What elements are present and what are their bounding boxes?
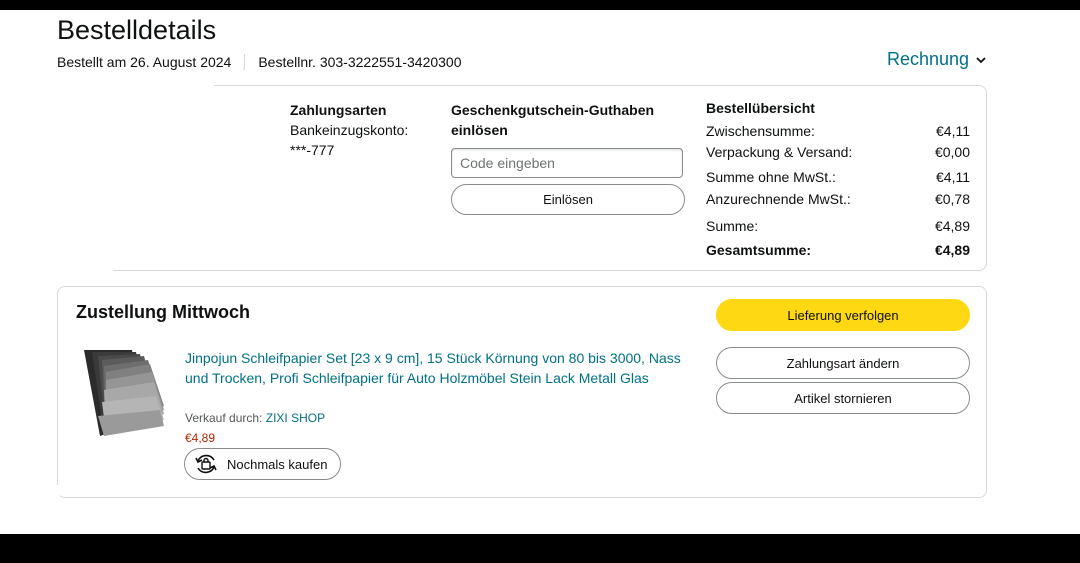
product-image[interactable]: [84, 350, 164, 436]
cancel-item-button[interactable]: Artikel stornieren: [716, 382, 970, 414]
invoice-dropdown[interactable]: Rechnung: [887, 49, 987, 70]
gift-code-input[interactable]: [451, 148, 683, 178]
card-mask: [56, 84, 113, 274]
invoice-label: Rechnung: [887, 49, 970, 69]
reorder-icon: [195, 454, 217, 474]
track-package-button[interactable]: Lieferung verfolgen: [716, 299, 970, 331]
order-number: Bestellnr. 303-3222551-3420300: [258, 54, 462, 70]
product-price: €4,89: [185, 431, 216, 445]
card-mask-top: [110, 84, 214, 88]
seller-link[interactable]: ZIXI SHOP: [266, 411, 325, 425]
seller-prefix: Verkauf durch:: [185, 411, 263, 425]
card-mask: [56, 485, 60, 501]
summary-label: Gesamtsumme:: [706, 241, 812, 258]
change-payment-button[interactable]: Zahlungsart ändern: [716, 347, 970, 379]
summary-label: Verpackung & Versand:: [706, 143, 853, 160]
gift-heading-line2: einlösen: [451, 122, 508, 138]
payment-methods: Zahlungsarten Bankeinzugskonto: ***-777: [290, 100, 408, 160]
product-title-link[interactable]: Jinpojun Schleifpapier Set [23 x 9 cm], …: [185, 348, 685, 388]
chevron-down-icon: [976, 56, 986, 63]
summary-row: Zwischensumme: €4,11: [706, 119, 970, 142]
order-meta: Bestellt am 26. August 2024 Bestellnr. 3…: [57, 54, 462, 70]
summary-row: Summe: €4,89: [706, 208, 970, 238]
buy-again-label: Nochmals kaufen: [227, 456, 328, 472]
payment-heading: Zahlungsarten: [290, 102, 387, 118]
divider: [244, 54, 246, 70]
summary-label: Zwischensumme:: [706, 122, 815, 139]
summary-value: €4,89: [934, 218, 970, 234]
summary-label: Anzurechnende MwSt.:: [706, 190, 851, 207]
gift-card-section: Geschenkgutschein-Guthaben einlösen: [451, 100, 691, 140]
bottom-bar: [0, 534, 1080, 563]
delivery-heading: Zustellung Mittwoch: [76, 302, 250, 322]
summary-label: Summe ohne MwSt.:: [706, 169, 836, 185]
summary-value: €0,00: [934, 143, 970, 160]
summary-label: Summe:: [706, 218, 759, 234]
summary-value: €0,78: [934, 190, 970, 207]
redeem-button[interactable]: Einlösen: [451, 184, 685, 215]
summary-value: €4,89: [934, 241, 970, 258]
summary-row: Verpackung & Versand: €0,00: [706, 142, 970, 161]
seller-info: Verkauf durch: ZIXI SHOP: [185, 411, 325, 425]
summary-value: €4,11: [936, 169, 970, 185]
summary-row: Summe ohne MwSt.: €4,11: [706, 161, 970, 189]
summary-total-row: Gesamtsumme: €4,89: [706, 238, 970, 261]
gift-heading-line1: Geschenkgutschein-Guthaben: [451, 102, 655, 118]
summary-value: €4,11: [936, 122, 970, 139]
order-summary: Bestellübersicht Zwischensumme: €4,11 Ve…: [706, 100, 970, 261]
payment-method: Bankeinzugskonto:: [290, 122, 409, 138]
payment-account: ***-777: [290, 142, 335, 158]
summary-row: Anzurechnende MwSt.: €0,78: [706, 189, 970, 208]
summary-heading: Bestellübersicht: [706, 100, 815, 116]
page-title: Bestelldetails: [57, 15, 217, 45]
buy-again-button[interactable]: Nochmals kaufen: [184, 448, 341, 480]
order-date: Bestellt am 26. August 2024: [57, 54, 232, 70]
